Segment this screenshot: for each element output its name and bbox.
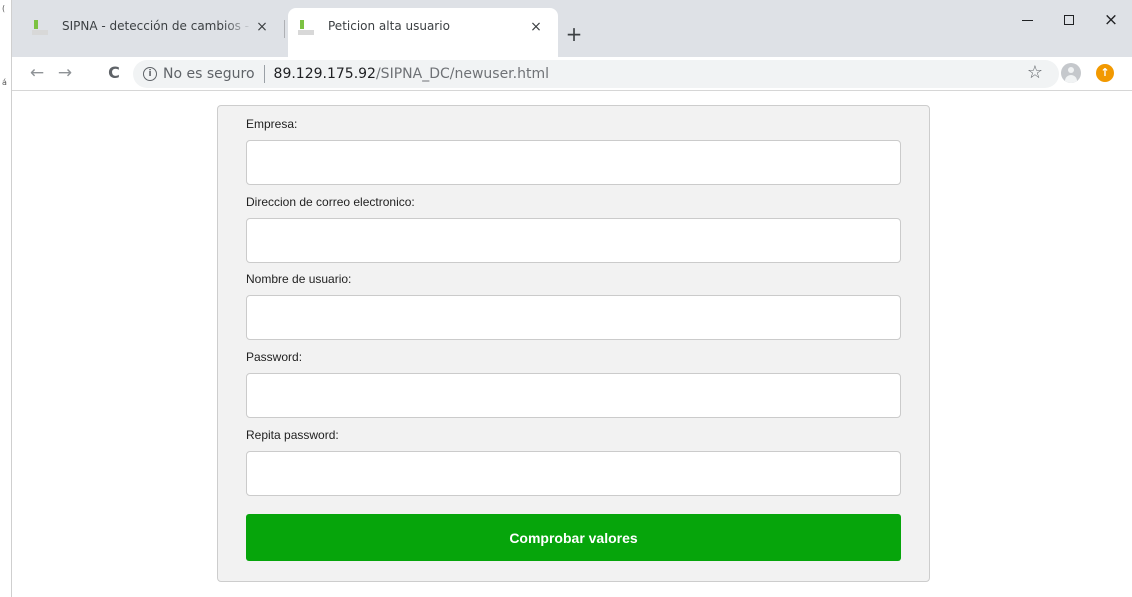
update-icon[interactable]: ↑ — [1096, 64, 1114, 82]
window-controls: × — [1006, 0, 1132, 40]
maximize-icon[interactable] — [1048, 0, 1090, 40]
reload-icon[interactable]: C — [102, 61, 126, 85]
browser-window: ( á SIPNA - detección de cambios - l × P… — [0, 0, 1132, 597]
repeat-password-label: Repita password: — [246, 428, 339, 442]
background-window-edge: ( á — [0, 0, 12, 597]
check-values-button[interactable]: Comprobar valores — [246, 514, 901, 561]
url-host[interactable]: 89.129.175.92 — [274, 66, 376, 82]
close-window-icon[interactable]: × — [1090, 0, 1132, 40]
tab-title: SIPNA - detección de cambios - l — [62, 19, 252, 33]
minimize-icon[interactable] — [1006, 0, 1048, 40]
password-field[interactable] — [246, 373, 901, 418]
repeat-password-field[interactable] — [246, 451, 901, 496]
tab-peticion-alta-usuario[interactable]: Peticion alta usuario × — [288, 8, 558, 57]
empresa-field[interactable] — [246, 140, 901, 185]
tab-close-icon[interactable]: × — [526, 19, 546, 39]
username-label: Nombre de usuario: — [246, 272, 352, 286]
star-icon[interactable]: ☆ — [1023, 61, 1047, 85]
empresa-label: Empresa: — [246, 117, 298, 131]
profile-avatar-icon[interactable] — [1061, 63, 1081, 83]
page-favicon-icon — [32, 19, 48, 35]
page-favicon-icon — [298, 19, 314, 35]
info-icon[interactable]: i — [143, 67, 157, 81]
security-indicator[interactable]: No es seguro — [163, 66, 255, 82]
password-label: Password: — [246, 350, 303, 364]
tab-title: Peticion alta usuario — [328, 19, 450, 33]
tab-strip: SIPNA - detección de cambios - l × Petic… — [12, 0, 1132, 57]
url-path[interactable]: /SIPNA_DC/newuser.html — [376, 66, 549, 82]
forward-arrow-icon[interactable]: → — [53, 61, 77, 85]
address-bar[interactable]: i No es seguro 89.129.175.92 /SIPNA_DC/n… — [133, 60, 1059, 88]
tab-sipna-cambios[interactable]: SIPNA - detección de cambios - l × — [22, 8, 284, 57]
email-field[interactable] — [246, 218, 901, 263]
tab-divider — [284, 20, 285, 38]
new-user-form: Empresa: Direccion de correo electronico… — [217, 105, 930, 582]
username-field[interactable] — [246, 295, 901, 340]
omnibox-divider — [263, 65, 265, 83]
back-arrow-icon[interactable]: ← — [25, 61, 49, 85]
page-content: Empresa: Direccion de correo electronico… — [12, 92, 1132, 597]
new-tab-icon[interactable]: + — [562, 24, 586, 48]
tab-close-icon[interactable]: × — [252, 19, 272, 39]
browser-toolbar: ← → C i No es seguro 89.129.175.92 /SIPN… — [12, 57, 1132, 91]
email-label: Direccion de correo electronico: — [246, 195, 415, 209]
